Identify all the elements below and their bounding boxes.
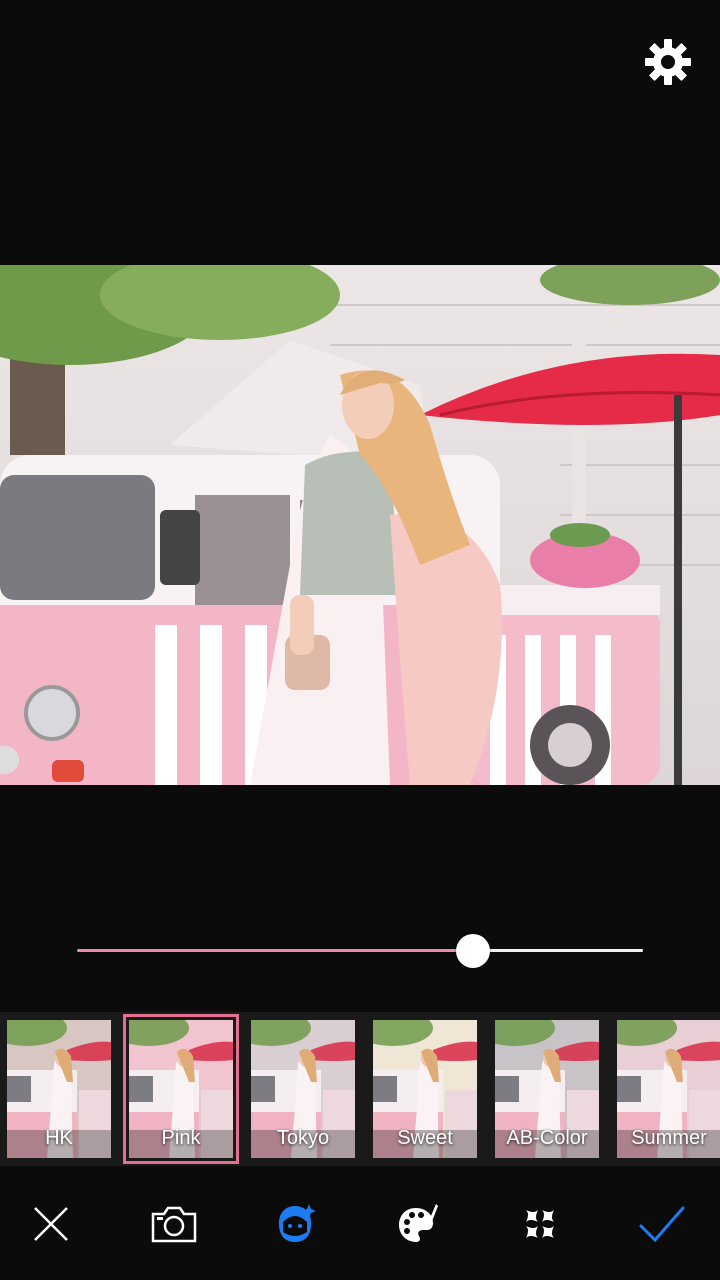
beauty-button[interactable] xyxy=(267,1196,323,1252)
filter-label: HK xyxy=(45,1127,73,1149)
filter-label: Tokyo xyxy=(276,1127,330,1149)
bottom-toolbar xyxy=(0,1166,720,1280)
grid-tiles-icon xyxy=(526,1210,554,1238)
filter-tile-sweet[interactable]: Sweet xyxy=(373,1020,477,1158)
tiles-button[interactable] xyxy=(512,1196,568,1252)
filter-tile-ab-color[interactable]: AB-Color xyxy=(495,1020,599,1158)
paint-button[interactable] xyxy=(390,1196,446,1252)
filter-label: Summer xyxy=(631,1127,707,1149)
filter-strip[interactable]: HK Pink Tokyo Sweet AB-Color Summer xyxy=(0,1012,720,1166)
checkmark-icon xyxy=(639,1206,685,1243)
filter-label: Sweet xyxy=(397,1127,453,1149)
apply-button[interactable] xyxy=(634,1196,690,1252)
filter-tile-hk[interactable]: HK xyxy=(7,1020,111,1158)
slider-thumb[interactable] xyxy=(456,934,490,968)
photo-preview[interactable] xyxy=(0,265,720,785)
intensity-slider[interactable] xyxy=(77,934,643,968)
filter-label: Pink xyxy=(161,1127,201,1149)
filter-label: AB-Color xyxy=(506,1127,588,1149)
close-icon xyxy=(34,1207,68,1241)
gear-icon xyxy=(645,39,691,85)
palette-brush-icon xyxy=(399,1204,438,1242)
filter-tile-summer[interactable]: Summer xyxy=(617,1020,720,1158)
slider-track-filled xyxy=(77,949,473,952)
camera-icon xyxy=(151,1206,197,1243)
close-button[interactable] xyxy=(23,1196,79,1252)
face-beauty-icon xyxy=(278,1204,316,1242)
filter-tile-tokyo[interactable]: Tokyo xyxy=(251,1020,355,1158)
filter-tile-pink[interactable]: Pink xyxy=(123,1014,239,1164)
slider-track-empty xyxy=(473,949,643,952)
camera-button[interactable] xyxy=(146,1196,202,1252)
settings-button[interactable] xyxy=(640,34,696,90)
